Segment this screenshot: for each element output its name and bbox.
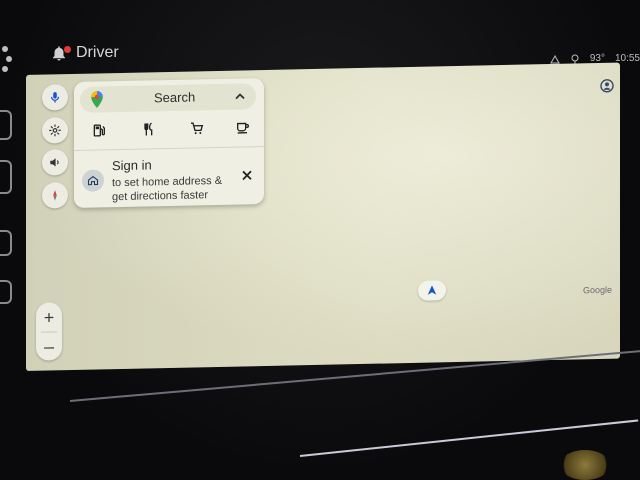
- notification-badge: [64, 46, 71, 53]
- panel-divider: [74, 146, 264, 151]
- notification-bell-icon[interactable]: [50, 44, 71, 62]
- speaker-icon: [50, 158, 59, 167]
- coffee-button[interactable]: [232, 116, 254, 138]
- zoom-out-button[interactable]: –: [36, 333, 62, 360]
- zoom-controls: + –: [36, 302, 62, 361]
- app-dot: [2, 46, 8, 52]
- search-label: Search: [154, 89, 196, 106]
- signal-icon: [549, 54, 560, 63]
- chevron-up-icon[interactable]: [234, 90, 246, 102]
- navigation-arrow-icon: [427, 285, 437, 295]
- category-shortcuts: [84, 116, 254, 142]
- account-icon[interactable]: [600, 79, 614, 93]
- left-rail: [0, 40, 20, 380]
- restaurant-button[interactable]: [138, 118, 160, 140]
- settings-button[interactable]: [42, 117, 68, 144]
- voice-assistant-button[interactable]: [42, 84, 68, 111]
- android-auto-screen: + – Search Sign in to set home address &…: [26, 62, 620, 372]
- app-dot: [2, 66, 8, 72]
- compass-button[interactable]: [42, 182, 68, 209]
- gas-station-icon: [93, 124, 105, 137]
- audio-button[interactable]: [42, 149, 68, 176]
- google-maps-pin-icon: [91, 91, 103, 108]
- compass-icon: [53, 190, 57, 201]
- signin-subtitle: to set home address & get directions fas…: [112, 174, 223, 204]
- rail-app-icon[interactable]: [0, 280, 12, 304]
- zoom-in-button[interactable]: +: [36, 304, 62, 331]
- grocery-cart-icon: [191, 122, 204, 135]
- gear-icon: [49, 124, 61, 137]
- grocery-button[interactable]: [186, 117, 208, 139]
- rail-app-icon[interactable]: [0, 110, 12, 140]
- rail-app-icon[interactable]: [0, 160, 12, 194]
- map-attribution: Google: [582, 284, 612, 296]
- location-icon: [571, 54, 579, 64]
- microphone-icon: [50, 92, 60, 103]
- home-badge: [82, 169, 104, 192]
- current-location-marker[interactable]: [418, 280, 446, 301]
- search-bar[interactable]: Search: [80, 83, 256, 113]
- dashboard-knob: [560, 450, 610, 480]
- restaurant-icon: [144, 122, 153, 136]
- rail-app-icon[interactable]: [0, 230, 12, 256]
- app-dot: [6, 56, 12, 62]
- gas-station-button[interactable]: [88, 119, 110, 141]
- signin-title[interactable]: Sign in: [112, 157, 152, 173]
- search-card: Search Sign in to set home address & get…: [74, 78, 264, 208]
- coffee-icon: [237, 122, 249, 134]
- home-icon: [87, 175, 99, 186]
- driver-profile-label[interactable]: Driver: [76, 44, 119, 62]
- close-icon[interactable]: [240, 168, 254, 182]
